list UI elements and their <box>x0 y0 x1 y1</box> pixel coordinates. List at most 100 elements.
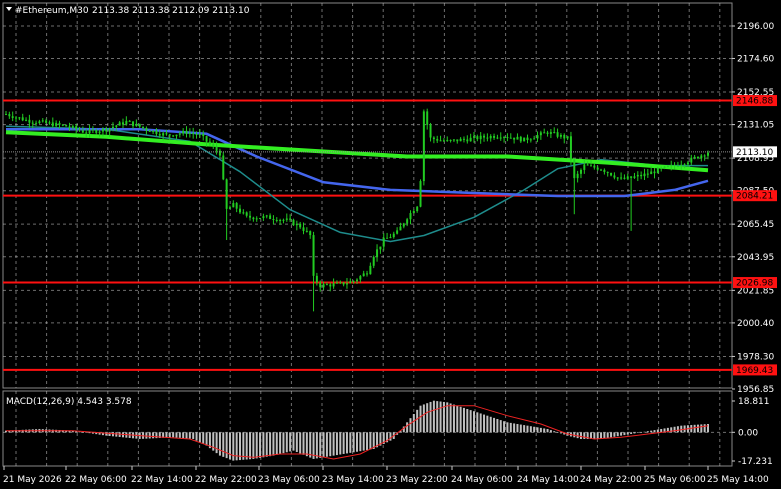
macd-bar <box>479 413 482 433</box>
macd-bar <box>145 432 148 439</box>
macd-bar <box>178 432 181 438</box>
macd-bar <box>322 432 325 458</box>
time-axis-label: 22 May 22:00 <box>195 475 257 485</box>
macd-bar <box>640 432 643 433</box>
candle <box>422 109 425 186</box>
macd-bar <box>202 432 205 444</box>
macd-bar <box>600 432 603 439</box>
macd-bar <box>646 431 649 433</box>
macd-axis-label: -17.231 <box>738 457 773 467</box>
macd-bar <box>546 428 549 433</box>
macd-bar <box>295 432 298 453</box>
macd-bar <box>703 424 706 433</box>
macd-axis-label: 0.00 <box>738 428 758 438</box>
candle <box>222 152 225 181</box>
macd-bar <box>335 432 338 456</box>
macd-bar <box>188 432 191 439</box>
macd-bar <box>329 432 332 457</box>
macd-bar <box>469 410 472 433</box>
macd-bar <box>195 432 198 441</box>
macd-bar <box>352 432 355 453</box>
candle <box>419 179 422 208</box>
macd-bar <box>269 432 272 457</box>
macd-bar <box>148 432 151 439</box>
macd-bar <box>523 425 526 433</box>
macd-bar <box>252 432 255 459</box>
macd-bar <box>406 422 409 433</box>
macd-bar <box>446 402 449 433</box>
macd-bar <box>700 424 703 433</box>
macd-bar <box>302 432 305 455</box>
macd-bar <box>349 432 352 453</box>
level-tag-label: 2146.88 <box>736 97 773 107</box>
macd-bar <box>529 426 532 433</box>
macd-bar <box>165 432 168 438</box>
time-axis-label: 21 May 2026 <box>3 475 62 485</box>
macd-bar <box>576 432 579 439</box>
macd-bar <box>466 409 469 433</box>
macd-bar <box>339 432 342 455</box>
time-axis-label: 25 May 06:00 <box>644 475 706 485</box>
time-axis-label: 22 May 14:00 <box>131 475 193 485</box>
candle <box>523 137 526 142</box>
macd-bar <box>456 405 459 433</box>
macd-bar <box>593 432 596 439</box>
macd-bar <box>299 432 302 454</box>
macd-bar <box>553 431 556 433</box>
macd-bar <box>412 414 415 433</box>
macd-bar <box>305 432 308 457</box>
macd-bar <box>259 432 262 458</box>
macd-bar <box>218 432 221 456</box>
macd-bar <box>516 423 519 433</box>
macd-bar <box>366 432 369 451</box>
macd-bar <box>579 432 582 439</box>
macd-bar <box>549 430 552 433</box>
macd-bar <box>476 412 479 433</box>
macd-bar <box>389 432 392 441</box>
macd-bar <box>422 404 425 433</box>
macd-bar <box>249 432 252 460</box>
trading-chart[interactable]: #Ethereum,M30 2113.38 2113.38 2112.09 21… <box>0 0 781 489</box>
macd-bar <box>289 432 292 452</box>
price-axis-label: 2174.60 <box>737 54 774 64</box>
macd-bar <box>439 401 442 433</box>
macd-bar <box>228 432 231 460</box>
candle <box>259 217 262 220</box>
macd-bar <box>650 430 653 433</box>
macd-bar <box>656 429 659 433</box>
macd-bar <box>633 432 636 434</box>
level-tag-label: 2026.98 <box>736 279 773 289</box>
macd-bar <box>519 424 522 433</box>
macd-bar <box>198 432 201 443</box>
macd-bar <box>483 414 486 433</box>
macd-bar <box>245 432 248 460</box>
macd-bar <box>559 432 562 434</box>
macd-bar <box>436 401 439 433</box>
price-axis-label: 2000.40 <box>737 319 774 329</box>
macd-bar <box>369 432 372 450</box>
macd-bar <box>152 432 155 439</box>
macd-bar <box>449 403 452 433</box>
macd-bar <box>292 432 295 451</box>
macd-axis-label: 18.811 <box>738 397 770 407</box>
macd-bar <box>409 418 412 433</box>
current-price-label: 2113.10 <box>736 148 773 158</box>
macd-bar <box>362 432 365 451</box>
macd-bar <box>462 407 465 433</box>
macd-bar <box>707 423 709 433</box>
macd-bar <box>543 428 546 433</box>
macd-bar <box>499 420 502 433</box>
macd-bar <box>643 431 646 433</box>
macd-bar <box>272 432 275 456</box>
macd-bar <box>676 426 679 433</box>
macd-bar <box>616 432 619 437</box>
macd-bar <box>626 432 629 435</box>
macd-bar <box>325 432 328 457</box>
price-axis-label: 2131.05 <box>737 121 774 131</box>
macd-bar <box>232 432 235 461</box>
ohlc-values: 2113.38 2113.38 2112.09 2113.10 <box>92 6 250 16</box>
macd-bar <box>225 432 228 459</box>
macd-bar <box>279 432 282 454</box>
macd-bar <box>596 432 599 439</box>
macd-bar <box>513 423 516 433</box>
